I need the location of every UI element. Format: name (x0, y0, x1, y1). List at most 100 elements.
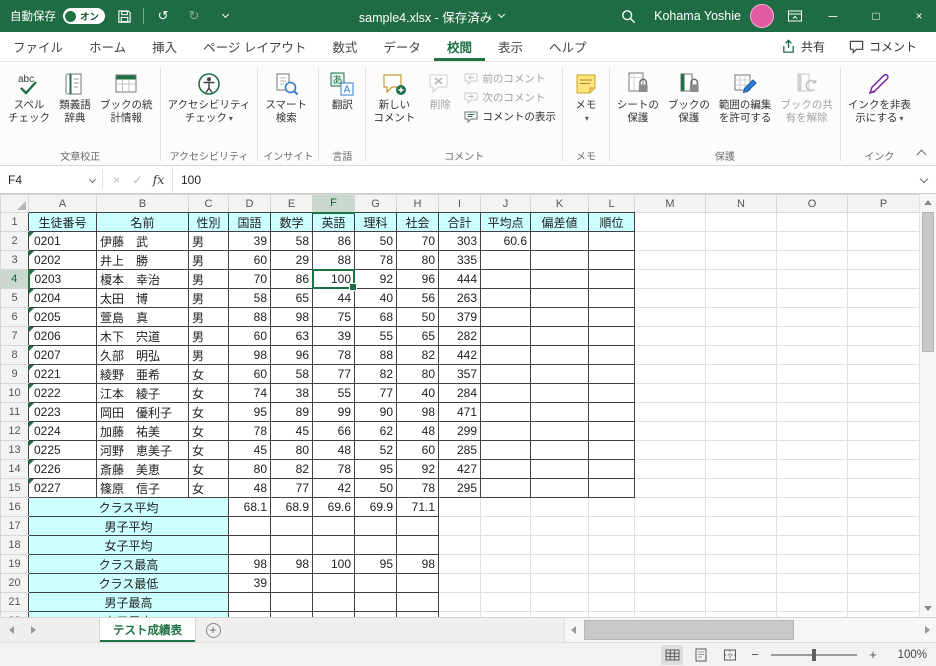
cell-I12[interactable]: 299 (438, 421, 481, 441)
cell-P2[interactable] (847, 231, 919, 251)
cell-L2[interactable] (588, 231, 635, 251)
cell-J7[interactable] (480, 326, 531, 346)
cell-J17[interactable] (480, 516, 531, 536)
cell-I8[interactable]: 442 (438, 345, 481, 365)
zoom-slider[interactable] (771, 648, 857, 661)
cell-J9[interactable] (480, 364, 531, 384)
cell-E16[interactable]: 68.9 (270, 497, 313, 517)
col-header-K[interactable]: K (530, 194, 589, 213)
row-header-14[interactable]: 14 (0, 459, 29, 479)
cell-E2[interactable]: 58 (270, 231, 313, 251)
cell-P12[interactable] (847, 421, 919, 441)
vertical-scrollbar[interactable] (919, 194, 936, 617)
cell-L10[interactable] (588, 383, 635, 403)
cell-O20[interactable] (776, 573, 848, 593)
cell-I7[interactable]: 282 (438, 326, 481, 346)
horizontal-scroll-track[interactable] (582, 618, 919, 642)
cell-A9[interactable]: 0221 (28, 364, 97, 384)
row-header-12[interactable]: 12 (0, 421, 29, 441)
cell-E18[interactable] (270, 535, 313, 555)
cell-H1[interactable]: 社会 (396, 212, 439, 232)
cell-B2[interactable]: 伊藤 武 (96, 231, 189, 251)
cell-L20[interactable] (588, 573, 635, 593)
cell-J11[interactable] (480, 402, 531, 422)
document-title[interactable]: sample4.xlsx - 保存済み (359, 7, 492, 26)
cell-J13[interactable] (480, 440, 531, 460)
chevron-down-icon[interactable] (88, 175, 97, 184)
vertical-scroll-thumb[interactable] (922, 212, 934, 352)
cell-F3[interactable]: 88 (312, 250, 355, 270)
cell-M13[interactable] (634, 440, 706, 460)
cell-N21[interactable] (705, 592, 777, 612)
cell-M19[interactable] (634, 554, 706, 574)
collapse-ribbon-button[interactable] (916, 149, 927, 160)
cell-M4[interactable] (634, 269, 706, 289)
cell-C6[interactable]: 男 (188, 307, 229, 327)
protect-sheet-button[interactable]: シートの 保護 (613, 66, 663, 124)
row-header-18[interactable]: 18 (0, 535, 29, 555)
row-header-8[interactable]: 8 (0, 345, 29, 365)
tab-data[interactable]: データ (370, 32, 434, 61)
cell-C15[interactable]: 女 (188, 478, 229, 498)
cell-D19[interactable]: 98 (228, 554, 271, 574)
cell-B13[interactable]: 河野 恵美子 (96, 440, 189, 460)
cell-B10[interactable]: 江本 綾子 (96, 383, 189, 403)
user-avatar[interactable] (750, 4, 774, 28)
zoom-slider-thumb[interactable] (812, 648, 816, 661)
col-header-D[interactable]: D (228, 194, 271, 213)
cell-H10[interactable]: 40 (396, 383, 439, 403)
cell-D5[interactable]: 58 (228, 288, 271, 308)
cell-C10[interactable]: 女 (188, 383, 229, 403)
cell-I1[interactable]: 合計 (438, 212, 481, 232)
cell-N5[interactable] (705, 288, 777, 308)
cell-A8[interactable]: 0207 (28, 345, 97, 365)
cell-M11[interactable] (634, 402, 706, 422)
scroll-right-button[interactable] (919, 618, 936, 642)
cell-G12[interactable]: 62 (354, 421, 397, 441)
cell-B11[interactable]: 岡田 優利子 (96, 402, 189, 422)
cell-J12[interactable] (480, 421, 531, 441)
cell-K16[interactable] (530, 497, 589, 517)
cell-B8[interactable]: 久部 明弘 (96, 345, 189, 365)
row-header-4[interactable]: 4 (0, 269, 30, 289)
cell-I4[interactable]: 444 (438, 269, 481, 289)
cell-C2[interactable]: 男 (188, 231, 229, 251)
cell-E19[interactable]: 98 (270, 554, 313, 574)
cell-N8[interactable] (705, 345, 777, 365)
cell-B5[interactable]: 太田 博 (96, 288, 189, 308)
sheet-tab-active[interactable]: テスト成績表 (99, 618, 196, 642)
row-header-19[interactable]: 19 (0, 554, 29, 574)
cell-B7[interactable]: 木下 宍道 (96, 326, 189, 346)
row-header-7[interactable]: 7 (0, 326, 29, 346)
cell-O3[interactable] (776, 250, 848, 270)
cell-A10[interactable]: 0222 (28, 383, 97, 403)
cell-B6[interactable]: 萱島 真 (96, 307, 189, 327)
cell-N9[interactable] (705, 364, 777, 384)
cell-M20[interactable] (634, 573, 706, 593)
cell-F1[interactable]: 英語 (312, 212, 355, 232)
cell-J18[interactable] (480, 535, 531, 555)
cell-G21[interactable] (354, 592, 397, 612)
cell-D13[interactable]: 45 (228, 440, 271, 460)
cell-G8[interactable]: 88 (354, 345, 397, 365)
cell-F16[interactable]: 69.6 (312, 497, 355, 517)
cell-O15[interactable] (776, 478, 848, 498)
cell-F7[interactable]: 39 (312, 326, 355, 346)
cell-N11[interactable] (705, 402, 777, 422)
col-header-B[interactable]: B (96, 194, 189, 213)
cell-H20[interactable] (396, 573, 439, 593)
share-button[interactable]: 共有 (772, 35, 834, 58)
cell-B3[interactable]: 井上 勝 (96, 250, 189, 270)
tab-formulas[interactable]: 数式 (319, 32, 370, 61)
cell-I16[interactable] (438, 497, 481, 517)
row-header-5[interactable]: 5 (0, 288, 29, 308)
cell-H8[interactable]: 82 (396, 345, 439, 365)
cell-D15[interactable]: 48 (228, 478, 271, 498)
cell-M6[interactable] (634, 307, 706, 327)
cell-F13[interactable]: 48 (312, 440, 355, 460)
cell-A15[interactable]: 0227 (28, 478, 97, 498)
cell-P11[interactable] (847, 402, 919, 422)
cell-D8[interactable]: 98 (228, 345, 271, 365)
row-header-9[interactable]: 9 (0, 364, 29, 384)
user-name[interactable]: Kohama Yoshie (654, 9, 741, 23)
